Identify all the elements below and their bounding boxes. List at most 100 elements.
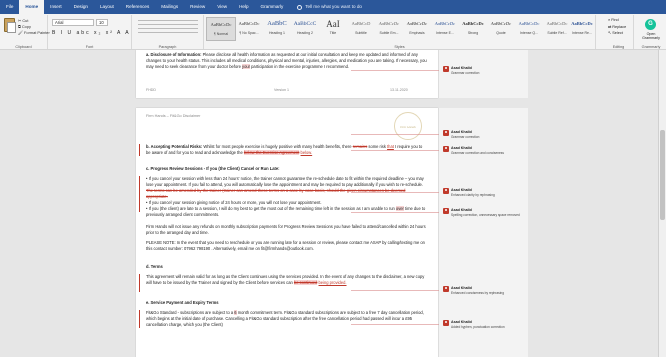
style-name: Heading 2	[297, 31, 313, 35]
comment[interactable]: Asad Khalid Grammar correction and concis…	[351, 146, 523, 159]
tab-view[interactable]: View	[211, 0, 233, 14]
tracked-deletion: be continued	[293, 279, 318, 285]
comment[interactable]: Asad Khalid Grammar correction	[351, 130, 523, 143]
tracked-insertion: being provided.	[318, 279, 347, 285]
tab-home[interactable]: Home	[19, 0, 45, 14]
section-heading: e. Service Payment and Expiry Terms	[146, 300, 219, 305]
style-sample: AaBbCcD	[351, 21, 371, 26]
markup-pane: Asad Khalid Grammar correction	[351, 50, 528, 98]
tab-review[interactable]: Review	[184, 0, 211, 14]
comment-author: Asad Khalid	[451, 286, 472, 290]
paragraph-payment: Fit&Go Standard - subscriptions are subj…	[146, 310, 428, 328]
comment-author: Asad Khalid	[451, 320, 472, 324]
style-sample: AaBbCcDc	[406, 21, 428, 26]
document-page[interactable]: a. Disclosure of Information: Please dis…	[136, 50, 438, 98]
comment-author: Asad Khalid	[451, 66, 472, 70]
editing-group-label: Editing	[612, 45, 625, 49]
style-subtitle[interactable]: AaBbCcD Subtitle	[346, 17, 376, 41]
page-header: Firm Hands – Fit&Go Disclaimer	[146, 114, 201, 118]
paste-icon[interactable]	[4, 18, 16, 33]
avatar-icon	[443, 286, 449, 292]
tab-help[interactable]: Help	[233, 0, 254, 14]
format-painter-button[interactable]: 🖌 Format Painter	[18, 30, 50, 35]
comment-connector	[351, 150, 439, 151]
comment[interactable]: Asad Khalid Grammar correction	[351, 66, 523, 79]
style-sample: AaBbCcDc	[378, 21, 400, 26]
grammarly-group-label: Grammarly	[641, 45, 661, 49]
find-button[interactable]: ⌕ Find	[608, 18, 619, 22]
comment-author: Asad Khalid	[451, 188, 472, 192]
select-label: Select	[612, 31, 623, 35]
para-lead: a. Disclosure of Information:	[146, 52, 202, 57]
section-heading: c. Progress Review Sessions - If you (th…	[146, 166, 280, 171]
scrollbar-thumb[interactable]	[660, 130, 665, 220]
document-area[interactable]: a. Disclosure of Information: Please dis…	[0, 50, 658, 357]
style-intense-quote[interactable]: AaBbCcDc Intense Q...	[514, 17, 544, 41]
copy-button[interactable]: ⧉ Copy	[18, 24, 31, 29]
paragraph-note: PLEASE NOTE: In the event that you need …	[146, 240, 425, 251]
clipboard-group-label: Clipboard	[15, 45, 32, 49]
grammarly-line2: Grammarly	[642, 36, 660, 41]
tell-me-text: Tell me what you want to do	[305, 4, 362, 10]
tab-file[interactable]: File	[0, 0, 19, 14]
grammarly-icon[interactable]: G	[645, 19, 656, 30]
paragraph-buttons[interactable]	[138, 20, 198, 34]
para-text: This agreement will remain valid for as …	[146, 274, 425, 285]
tab-grammarly[interactable]: Grammarly	[255, 0, 290, 14]
style-subtle-reference[interactable]: AaBbCcDc Subtle Ref...	[542, 17, 572, 41]
tab-layout[interactable]: Layout	[94, 0, 120, 14]
comment-text: Grammar correction	[451, 71, 480, 75]
style-name: Quote	[496, 31, 506, 35]
comment[interactable]: Asad Khalid Spelling correction, unnecess…	[351, 208, 523, 221]
editing-group: ⌕ Find ⇄ Replace ↖ Select Editing	[604, 15, 634, 49]
firm-hands-seal-logo: Firm Hands	[394, 112, 422, 140]
style-subtle-emphasis[interactable]: AaBbCcDc Subtle Em...	[374, 17, 404, 41]
change-bar	[139, 310, 140, 328]
cut-button[interactable]: ✂ Cut	[18, 18, 28, 23]
tab-references[interactable]: References	[120, 0, 156, 14]
style-heading-2[interactable]: AaBbCcC Heading 2	[290, 17, 320, 41]
comment[interactable]: Asad Khalid Added hyphen, punctuation cor…	[351, 320, 523, 333]
style-no-spacing[interactable]: AaBbCcDc ¶ No Spac...	[234, 17, 264, 41]
find-label: Find	[611, 18, 619, 22]
style-intense-emphasis[interactable]: AaBbCcDc Intense E...	[430, 17, 460, 41]
comment[interactable]: Asad Khalid Enhanced conciseness by rephr…	[351, 286, 523, 299]
para-text: Whilst for most people exercise is hugel…	[203, 144, 352, 149]
change-bar	[139, 144, 140, 156]
comment-connector	[351, 192, 439, 193]
comment[interactable]: Asad Khalid Enhanced clarity by rephrasin…	[351, 188, 523, 201]
style-strong[interactable]: AaBbCcDc Strong	[458, 17, 488, 41]
tracked-deletion: The terms can be amended by the trainer …	[146, 187, 406, 199]
style-title[interactable]: AaI Title	[318, 17, 348, 41]
tell-me-search[interactable]: Tell me what you want to do	[297, 4, 362, 10]
tracked-insertion: below.	[300, 149, 313, 155]
font-format-buttons[interactable]: B I U abc x₂ x² A A	[52, 30, 131, 36]
tab-insert[interactable]: Insert	[44, 0, 68, 14]
style-quote[interactable]: AaBbCcDc Quote	[486, 17, 516, 41]
paragraph-terms: This agreement will remain valid for as …	[146, 274, 428, 286]
grammarly-group: G Open Grammarly Grammarly	[636, 15, 666, 49]
font-size-select[interactable]: 10	[96, 19, 108, 26]
style-emphasis[interactable]: AaBbCcDc Emphasis	[402, 17, 432, 41]
font-name-select[interactable]: Arial	[52, 19, 94, 26]
comment-text: Spelling correction, unnecessary space r…	[451, 213, 520, 217]
style-heading-1[interactable]: AaBbC Heading 1	[262, 17, 292, 41]
open-grammarly-button[interactable]: Open Grammarly	[636, 32, 666, 41]
tab-design[interactable]: Design	[68, 0, 94, 14]
vertical-scrollbar[interactable]	[658, 50, 666, 357]
style-intense-reference[interactable]: AaBbCcDc Intense Re...	[570, 17, 594, 41]
style-sample: AaBbCcDc	[571, 21, 593, 26]
bullet-text: • If you (the client) are late to a sess…	[146, 206, 395, 211]
bullet-cancel: • If you cancel your session with less t…	[146, 176, 428, 200]
comment-text: Enhanced clarity by rephrasing	[451, 193, 495, 197]
ribbon: ✂ Cut ⧉ Copy 🖌 Format Painter Clipboard …	[0, 14, 666, 50]
replace-button[interactable]: ⇄ Replace	[608, 24, 626, 29]
avatar-icon	[443, 66, 449, 72]
select-button[interactable]: ↖ Select	[608, 30, 623, 35]
document-page[interactable]: Firm Hands – Fit&Go Disclaimer Firm Hand…	[136, 108, 438, 357]
comment-author: Asad Khalid	[451, 130, 472, 134]
cut-label: Cut	[22, 18, 29, 23]
comment-connector	[351, 212, 439, 213]
style-normal[interactable]: AaBbCcDc ¶ Normal	[206, 17, 236, 41]
tab-mailings[interactable]: Mailings	[155, 0, 184, 14]
